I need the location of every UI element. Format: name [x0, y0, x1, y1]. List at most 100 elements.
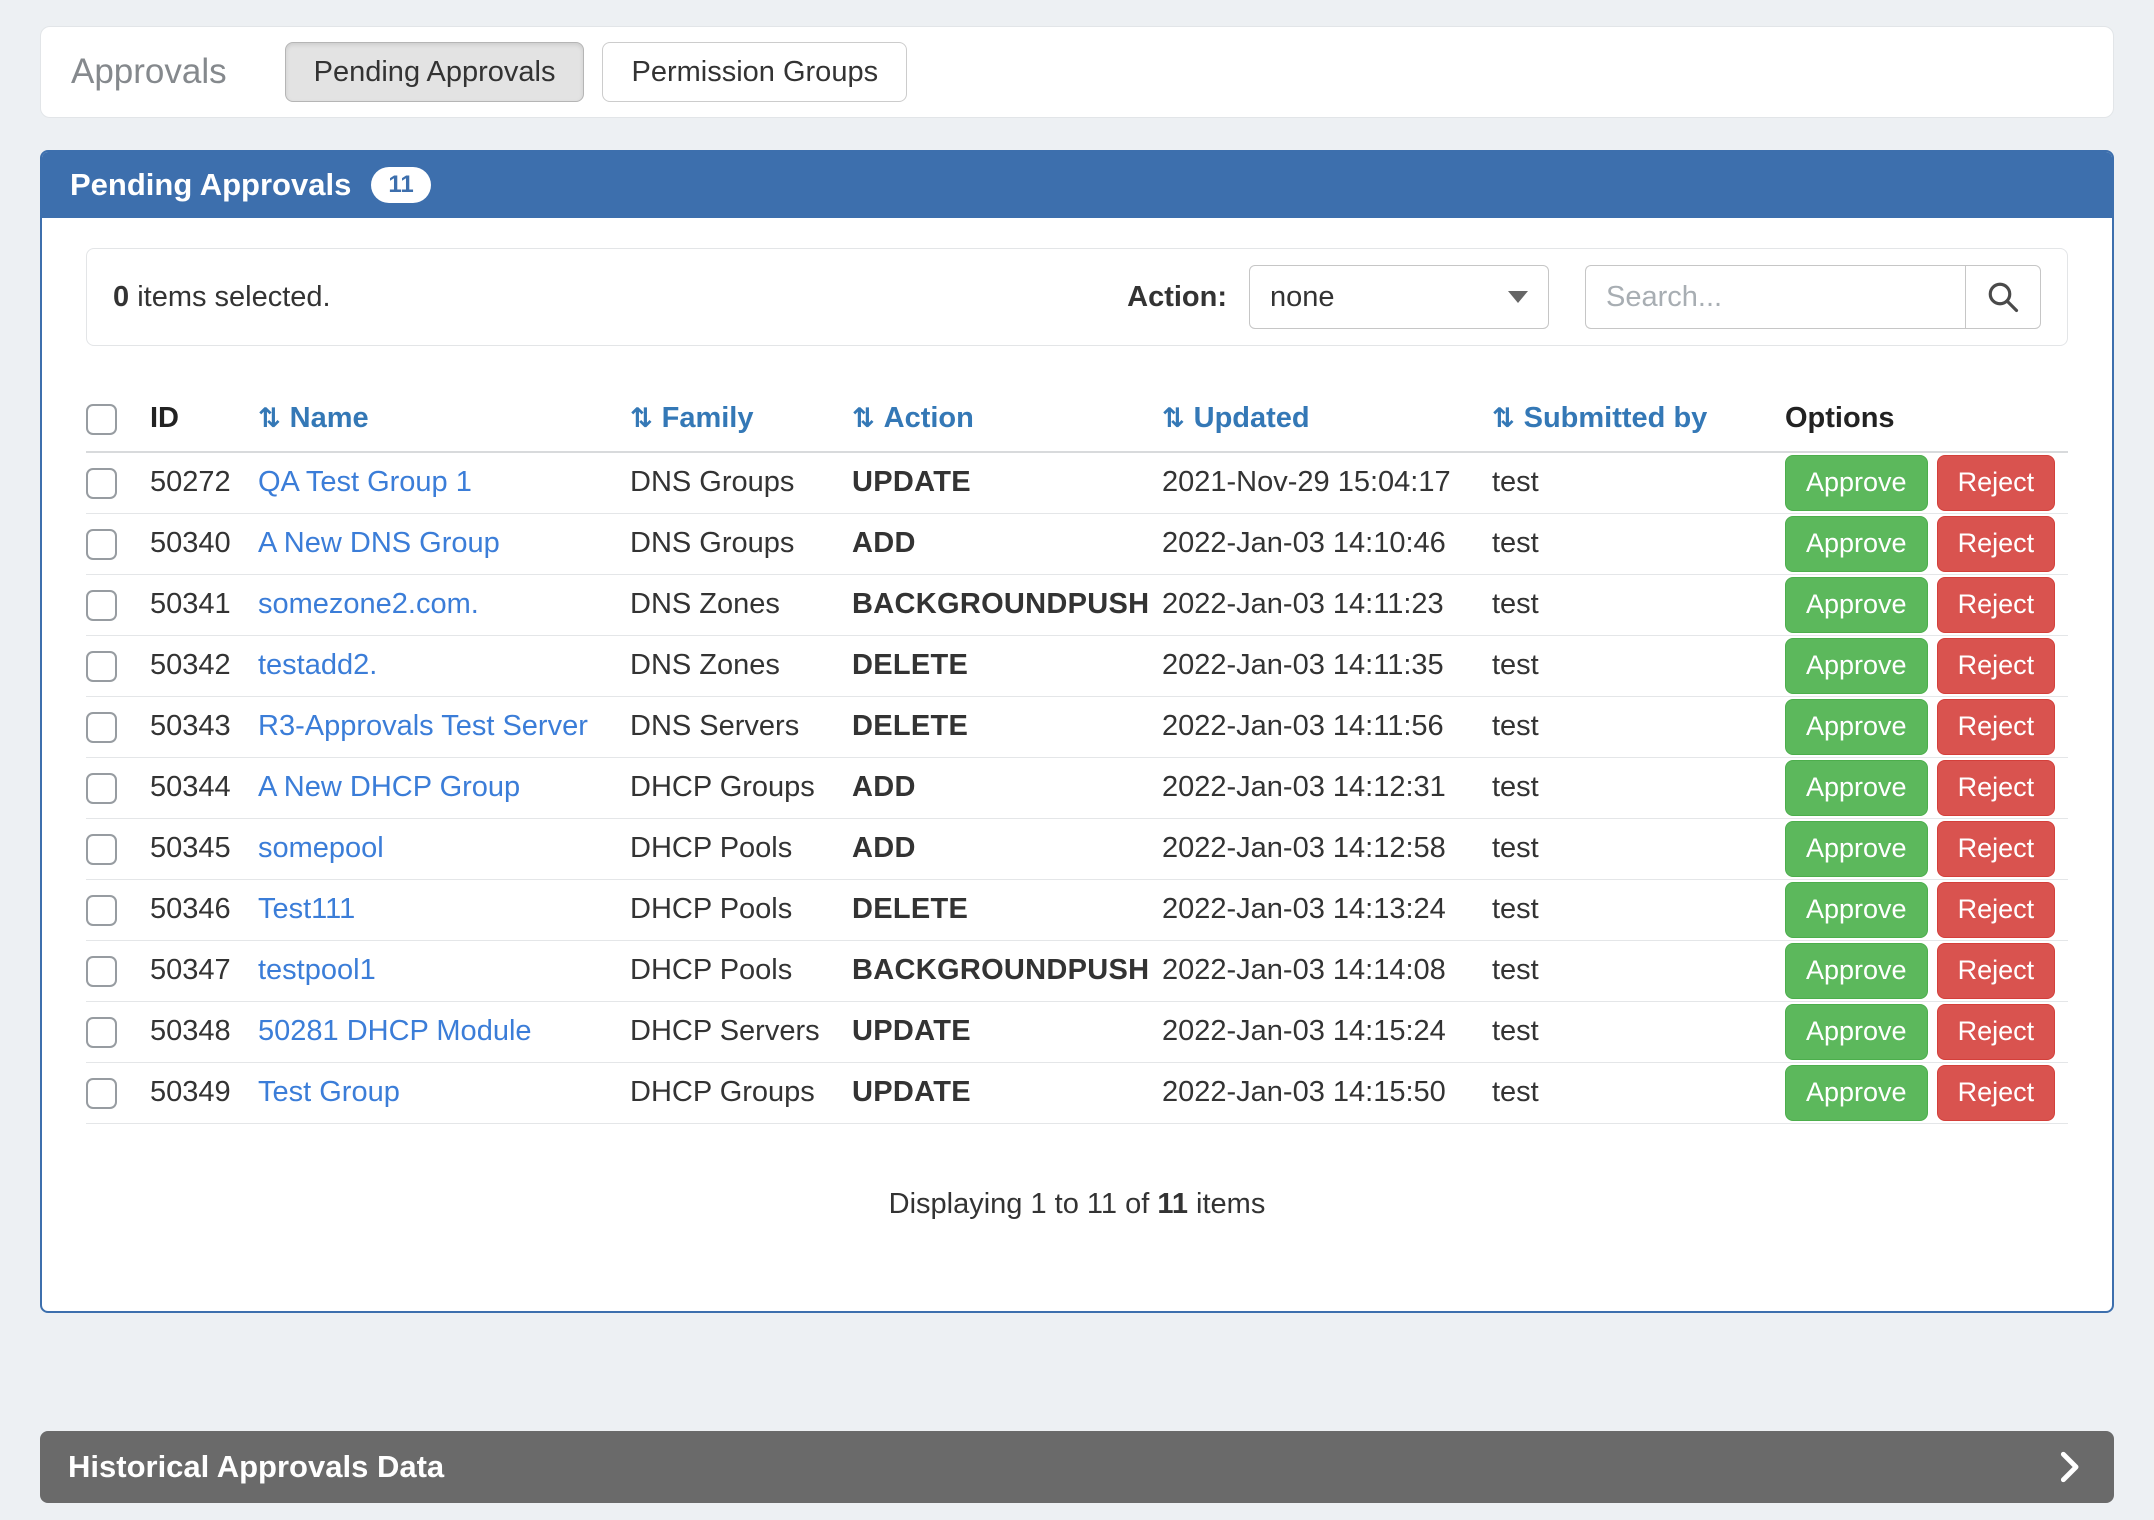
row-checkbox[interactable] — [86, 1017, 117, 1048]
row-action: DELETE — [852, 879, 1162, 940]
action-select[interactable]: none — [1249, 265, 1549, 329]
approve-button[interactable]: Approve — [1785, 943, 1928, 999]
row-id: 50272 — [150, 452, 258, 513]
approve-button[interactable]: Approve — [1785, 821, 1928, 877]
reject-button[interactable]: Reject — [1937, 699, 2056, 755]
sort-icon: ⇅ — [630, 403, 653, 434]
row-checkbox[interactable] — [86, 895, 117, 926]
row-updated: 2022-Jan-03 14:11:35 — [1162, 635, 1492, 696]
action-select-value: none — [1270, 281, 1335, 314]
reject-button[interactable]: Reject — [1937, 760, 2056, 816]
reject-button[interactable]: Reject — [1937, 1004, 2056, 1060]
row-id: 50346 — [150, 879, 258, 940]
row-name-link[interactable]: A New DHCP Group — [258, 771, 520, 803]
row-name-link[interactable]: A New DNS Group — [258, 527, 500, 559]
reject-button[interactable]: Reject — [1937, 516, 2056, 572]
row-name-link[interactable]: R3-Approvals Test Server — [258, 710, 588, 742]
page: Approvals Pending Approvals Permission G… — [0, 0, 2154, 1517]
row-name-link[interactable]: QA Test Group 1 — [258, 466, 472, 498]
reject-button[interactable]: Reject — [1937, 455, 2056, 511]
reject-button[interactable]: Reject — [1937, 943, 2056, 999]
approve-button[interactable]: Approve — [1785, 516, 1928, 572]
reject-button[interactable]: Reject — [1937, 577, 2056, 633]
row-checkbox[interactable] — [86, 529, 117, 560]
row-checkbox[interactable] — [86, 834, 117, 865]
column-header-updated[interactable]: ⇅Updated — [1162, 386, 1492, 452]
row-checkbox[interactable] — [86, 773, 117, 804]
row-action: ADD — [852, 757, 1162, 818]
row-name-link[interactable]: 50281 DHCP Module — [258, 1015, 532, 1047]
row-checkbox[interactable] — [86, 468, 117, 499]
historical-approvals-bar[interactable]: Historical Approvals Data — [40, 1431, 2114, 1503]
row-options-cell: Approve Reject — [1785, 1001, 2068, 1062]
row-id: 50348 — [150, 1001, 258, 1062]
row-checkbox-cell — [86, 635, 150, 696]
panel-header: Pending Approvals 11 — [42, 152, 2112, 218]
select-all-checkbox[interactable] — [86, 404, 117, 435]
row-updated: 2022-Jan-03 14:14:08 — [1162, 940, 1492, 1001]
row-options-buttons: Approve Reject — [1785, 943, 2058, 999]
row-action: UPDATE — [852, 1062, 1162, 1123]
tab-permission-groups[interactable]: Permission Groups — [602, 42, 907, 102]
table-row: 50343 R3-Approvals Test Server DNS Serve… — [86, 696, 2068, 757]
column-header-family[interactable]: ⇅Family — [630, 386, 852, 452]
reject-button[interactable]: Reject — [1937, 821, 2056, 877]
row-updated: 2022-Jan-03 14:10:46 — [1162, 513, 1492, 574]
row-checkbox-cell — [86, 1001, 150, 1062]
approve-button[interactable]: Approve — [1785, 760, 1928, 816]
search-input[interactable] — [1585, 265, 1965, 329]
row-name-link[interactable]: Test111 — [258, 893, 355, 925]
row-name-cell: 50281 DHCP Module — [258, 1001, 630, 1062]
toolbar: 0 items selected. Action: none — [86, 248, 2068, 346]
row-submitted-by: test — [1492, 574, 1785, 635]
approve-button[interactable]: Approve — [1785, 1065, 1928, 1121]
approve-button[interactable]: Approve — [1785, 638, 1928, 694]
toolbar-right: Action: none — [1127, 265, 2041, 329]
row-family: DNS Groups — [630, 513, 852, 574]
column-header-submitted-by[interactable]: ⇅Submitted by — [1492, 386, 1785, 452]
row-checkbox[interactable] — [86, 1078, 117, 1109]
row-options-buttons: Approve Reject — [1785, 455, 2058, 511]
reject-button[interactable]: Reject — [1937, 1065, 2056, 1121]
search-button[interactable] — [1965, 265, 2041, 329]
table-row: 50344 A New DHCP Group DHCP Groups ADD 2… — [86, 757, 2068, 818]
row-name-link[interactable]: somezone2.com. — [258, 588, 479, 620]
approve-button[interactable]: Approve — [1785, 577, 1928, 633]
column-header-name-label: Name — [290, 402, 369, 434]
table-row: 50346 Test111 DHCP Pools DELETE 2022-Jan… — [86, 879, 2068, 940]
row-submitted-by: test — [1492, 452, 1785, 513]
tab-pending-approvals[interactable]: Pending Approvals — [285, 42, 585, 102]
row-checkbox[interactable] — [86, 590, 117, 621]
row-action: BACKGROUNDPUSH — [852, 940, 1162, 1001]
row-family: DHCP Servers — [630, 1001, 852, 1062]
table-row: 50340 A New DNS Group DNS Groups ADD 202… — [86, 513, 2068, 574]
column-header-action[interactable]: ⇅Action — [852, 386, 1162, 452]
column-header-updated-label: Updated — [1194, 402, 1310, 434]
approve-button[interactable]: Approve — [1785, 699, 1928, 755]
row-name-link[interactable]: testadd2. — [258, 649, 377, 681]
approve-button[interactable]: Approve — [1785, 1004, 1928, 1060]
row-name-link[interactable]: Test Group — [258, 1076, 400, 1108]
row-name-link[interactable]: testpool1 — [258, 954, 376, 986]
select-all-cell — [86, 386, 150, 452]
row-name-cell: R3-Approvals Test Server — [258, 696, 630, 757]
approve-button[interactable]: Approve — [1785, 882, 1928, 938]
row-action: DELETE — [852, 696, 1162, 757]
row-checkbox[interactable] — [86, 956, 117, 987]
column-header-name[interactable]: ⇅Name — [258, 386, 630, 452]
row-checkbox[interactable] — [86, 712, 117, 743]
row-name-link[interactable]: somepool — [258, 832, 384, 864]
display-count: Displaying 1 to 11 of 11 items — [86, 1188, 2068, 1221]
row-action: DELETE — [852, 635, 1162, 696]
approve-button[interactable]: Approve — [1785, 455, 1928, 511]
row-updated: 2022-Jan-03 14:11:56 — [1162, 696, 1492, 757]
column-header-id: ID — [150, 386, 258, 452]
row-checkbox[interactable] — [86, 651, 117, 682]
row-options-cell: Approve Reject — [1785, 513, 2068, 574]
reject-button[interactable]: Reject — [1937, 882, 2056, 938]
row-name-cell: somepool — [258, 818, 630, 879]
row-options-buttons: Approve Reject — [1785, 821, 2058, 877]
selected-count-label: items selected. — [129, 281, 330, 313]
row-id: 50342 — [150, 635, 258, 696]
reject-button[interactable]: Reject — [1937, 638, 2056, 694]
